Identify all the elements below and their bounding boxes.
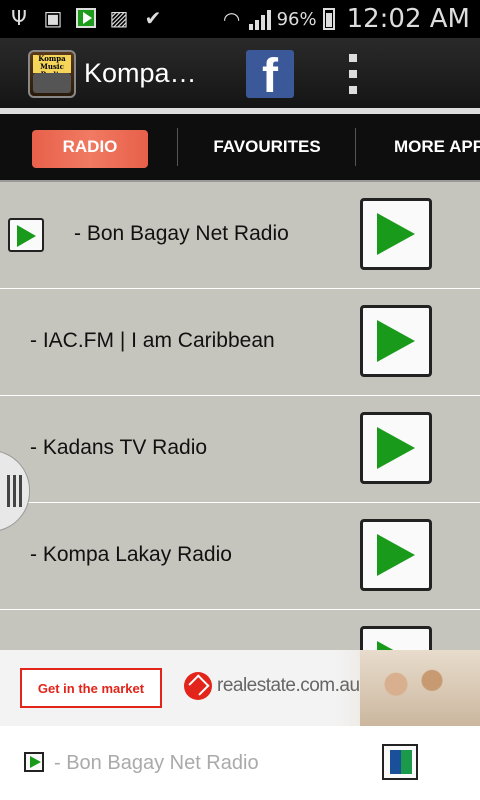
app-logo[interactable]: KompaMusic Radio [28,50,76,98]
overflow-menu-button[interactable] [346,54,360,94]
play-button[interactable] [360,519,432,591]
ad-photo [360,650,480,726]
signal-strength-icon [248,8,271,30]
tab-favourites[interactable]: FAVOURITES [178,114,356,180]
now-playing-icon [24,752,44,772]
play-button[interactable] [360,198,432,270]
app-title: Kompa… [84,58,197,88]
wifi-icon: ◠ [222,7,241,31]
tab-label: RADIO [62,137,118,156]
app-bar: KompaMusic Radio Kompa… f [0,38,480,110]
facebook-button[interactable]: f [246,50,294,98]
station-list[interactable]: - Bon Bagay Net Radio - IAC.FM | I am Ca… [0,182,480,650]
list-item[interactable]: - Bon Bagay Net Radio [0,182,480,290]
now-playing-title: - Bon Bagay Net Radio [54,752,259,774]
battery-icon [322,8,335,30]
ad-banner[interactable]: Get in the market realestate.com.au [0,650,480,726]
facebook-icon: f [262,50,278,98]
menu-dot-icon [349,70,357,78]
grip-line-icon [7,475,10,507]
tab-label: MORE APP [394,137,480,156]
pause-bar-icon [390,750,401,774]
ad-cta-button[interactable]: Get in the market [20,668,162,708]
menu-dot-icon [349,54,357,62]
tab-bar: RADIO FAVOURITES MORE APP [0,114,480,182]
grip-line-icon [13,475,16,507]
system-status: ◠ 96% 12:02 AM [221,4,470,34]
house-icon [184,672,212,700]
now-playing-indicator-icon [8,218,44,252]
list-item[interactable]: - Kadans TV Radio [0,396,480,504]
check-badge-icon: ✔ [144,6,162,30]
pause-bar-icon [401,750,412,774]
ad-brand-logo: realestate.com.au [184,672,360,700]
image-icon: ▨ [109,6,129,30]
battery-percentage: 96% [276,8,317,30]
now-playing-bar: - Bon Bagay Net Radio [0,726,480,800]
media-play-notification-icon [76,8,96,28]
app-logo-text: KompaMusic Radio [33,55,71,79]
list-item[interactable]: - IAC.FM | I am Caribbean [0,289,480,397]
usb-icon: Ψ [11,6,27,30]
list-item[interactable] [0,610,480,650]
ad-brand-text: realestate.com.au [217,675,360,696]
sim-card-icon: ▣ [43,6,63,30]
clock: 12:02 AM [346,4,470,34]
play-button[interactable] [360,412,432,484]
station-name: - IAC.FM | I am Caribbean [30,329,275,352]
play-button[interactable] [360,305,432,377]
tab-label: FAVOURITES [213,137,321,156]
status-bar: Ψ ▣ ▨ ✔ ◠ 96% 12:02 AM [0,0,480,38]
station-name: - Kompa Lakay Radio [30,543,232,566]
station-name: - Bon Bagay Net Radio [74,222,289,245]
play-button[interactable] [360,626,432,650]
tab-more-apps[interactable]: MORE APP [356,114,480,180]
grip-line-icon [19,475,22,507]
menu-dot-icon [349,86,357,94]
notification-icons: Ψ ▣ ▨ ✔ [8,6,164,30]
tab-radio[interactable]: RADIO [20,114,160,180]
radio-icon [33,73,71,93]
list-item[interactable]: - Kompa Lakay Radio [0,503,480,611]
station-name: - Kadans TV Radio [30,436,208,459]
pause-button[interactable] [382,744,418,780]
